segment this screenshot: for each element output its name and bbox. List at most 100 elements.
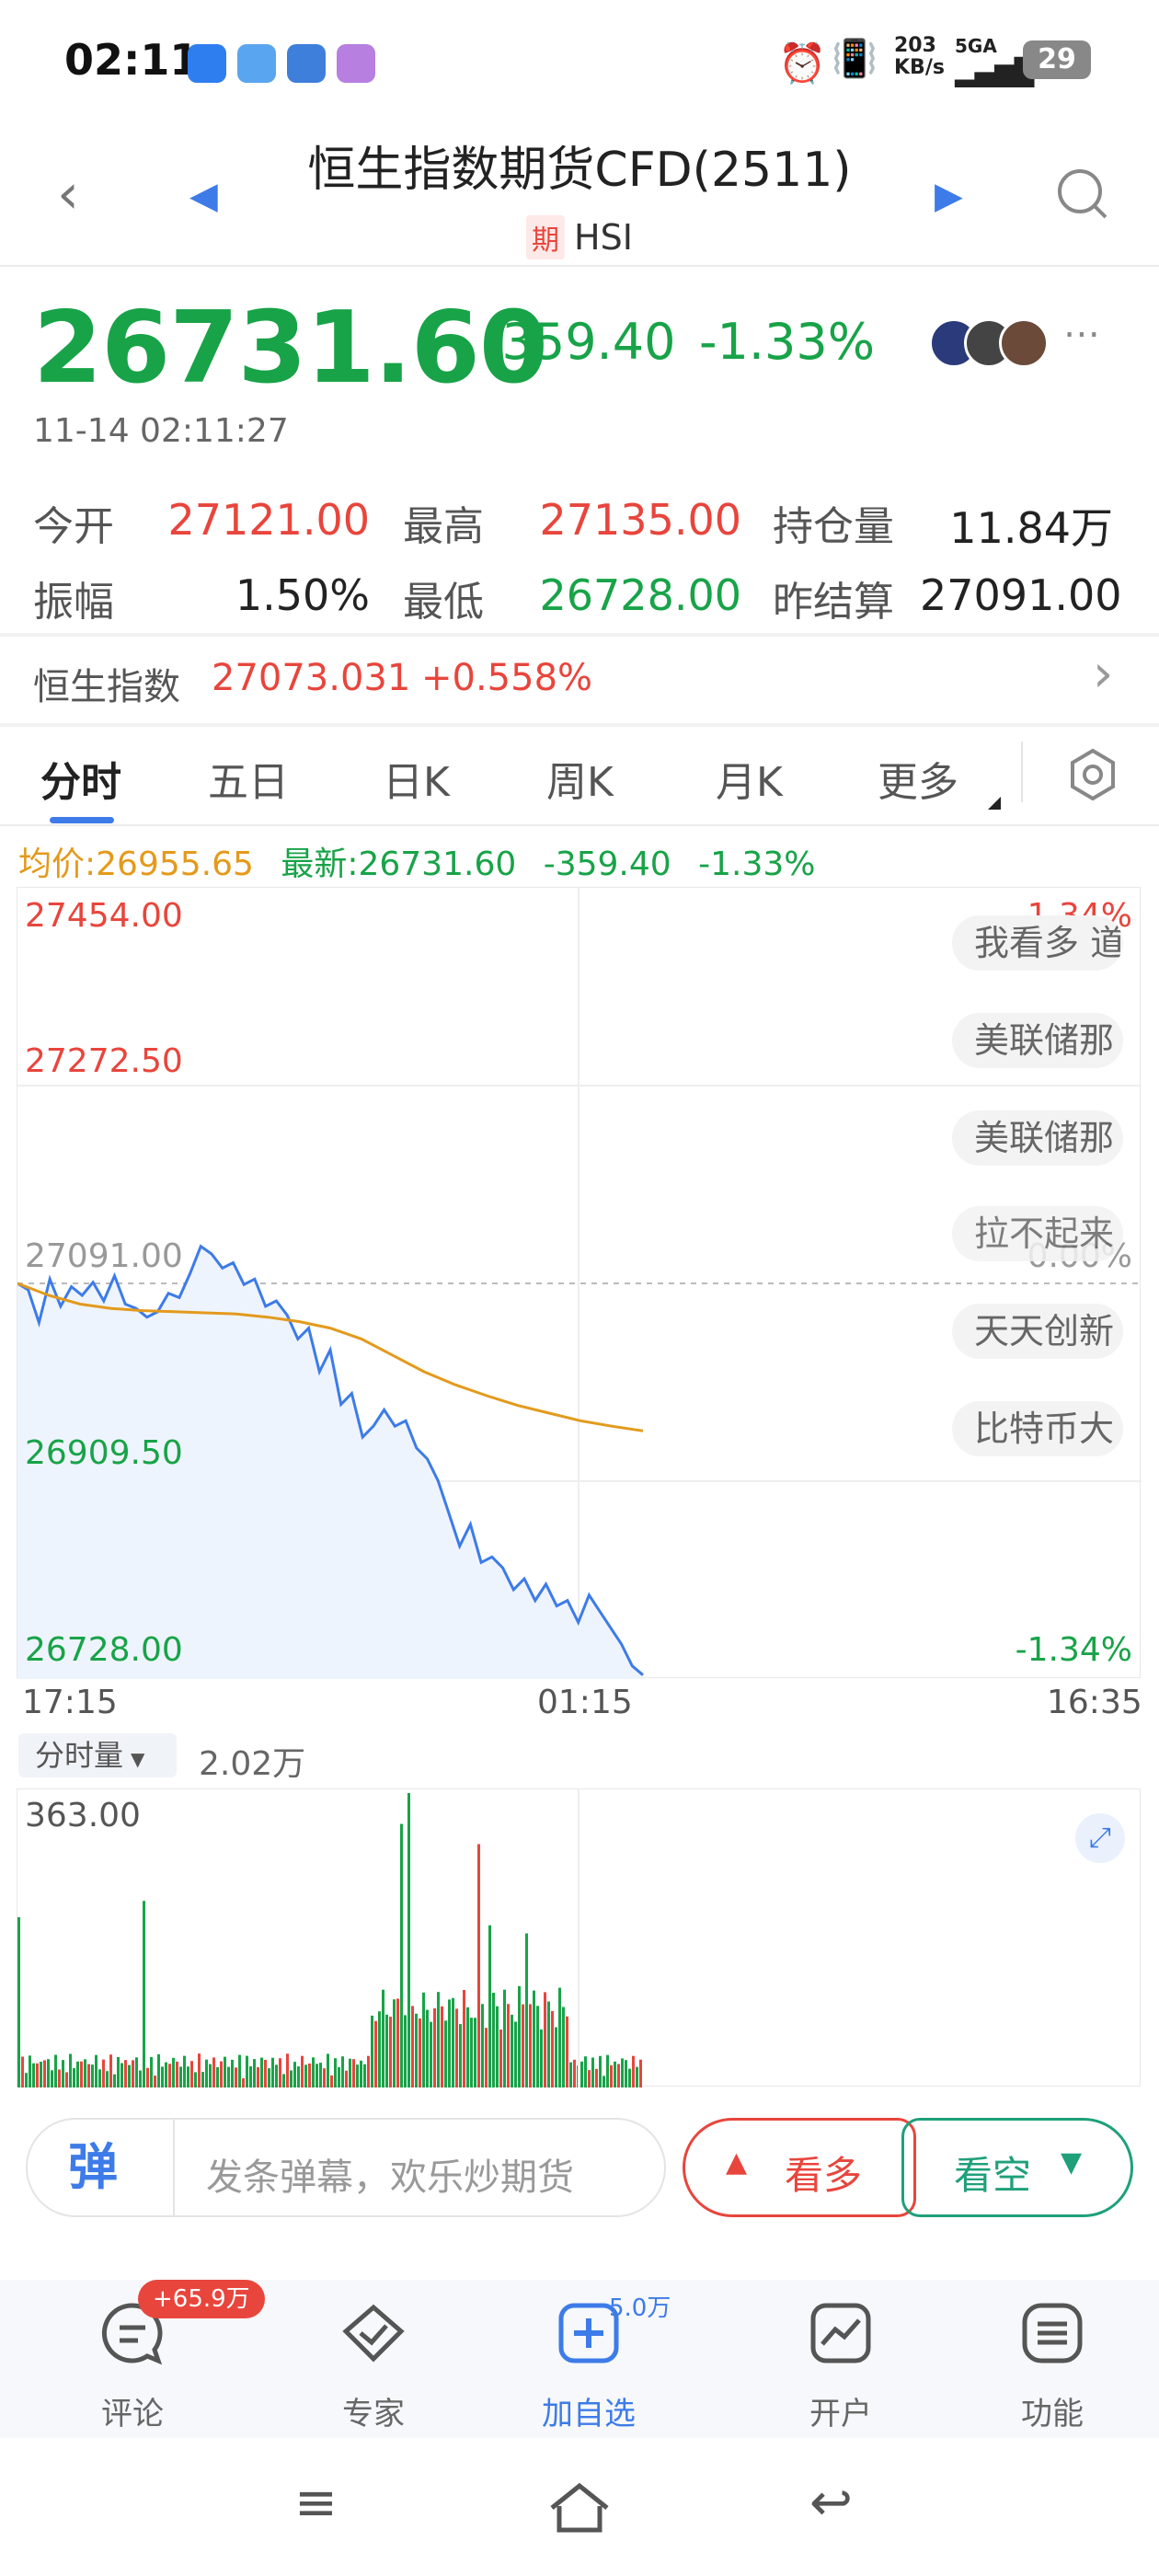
volume-bar [389, 2017, 392, 2087]
volume-bar [168, 2064, 171, 2087]
volume-bar [610, 2064, 613, 2087]
volume-bar [382, 1989, 384, 2087]
volume-bar [264, 2060, 267, 2087]
home-icon[interactable] [546, 2480, 613, 2536]
volume-bar [518, 1985, 521, 2087]
volume-bar [312, 2057, 315, 2087]
tab-five-day[interactable]: 五日 [208, 749, 289, 808]
dropdown-corner-icon [988, 797, 1001, 810]
volume-bar [441, 2006, 443, 2087]
next-contract-icon[interactable]: ▶ [935, 175, 963, 217]
volume-bar [150, 2056, 153, 2087]
fullscreen-icon[interactable]: ⤢ [1075, 1813, 1125, 1863]
volume-bar [591, 2057, 594, 2087]
volume-bar [507, 2004, 510, 2087]
volume-bar [308, 2063, 311, 2087]
volume-bar [183, 2055, 186, 2087]
volume-bar [356, 2064, 359, 2087]
volume-bar [216, 2066, 219, 2087]
search-icon[interactable] [1054, 166, 1111, 223]
index-bar[interactable]: 恒生指数 27073.031 +0.558% › [0, 637, 1159, 723]
volume-bar [385, 2014, 388, 2087]
volume-bar [481, 2004, 484, 2087]
tab-daily-k[interactable]: 日K [383, 749, 450, 808]
danmaku-bubble[interactable]: 美联储那 [952, 1110, 1123, 1166]
recent-apps-icon[interactable]: ≡ [294, 2473, 338, 2533]
app-icon [337, 44, 375, 83]
y-tick-label: 27454.00 [25, 897, 183, 935]
caret-down-icon: ▼ [131, 1748, 145, 1770]
more-icon[interactable]: ⋯ [1063, 313, 1100, 355]
stat-value: 26728.00 [539, 570, 742, 620]
volume-bar [139, 2070, 142, 2087]
volume-bar [32, 2063, 35, 2087]
intraday-chart[interactable]: 27454.00 27272.50 27091.00 26909.50 2672… [17, 887, 1142, 1679]
volume-bar [522, 2004, 524, 2087]
volume-bar [212, 2057, 215, 2087]
volume-bar [334, 2058, 337, 2087]
volume-bar [69, 2053, 72, 2087]
latest-pct: -1.33% [698, 845, 816, 883]
volume-bar [179, 2066, 182, 2087]
danmaku-bubble[interactable]: 我看多 道 [952, 915, 1123, 971]
volume-bar [268, 2068, 270, 2087]
volume-bar [499, 2030, 502, 2087]
app-icon [287, 44, 326, 83]
danmaku-bubble[interactable]: 天天创新 [952, 1304, 1123, 1359]
avatar-group[interactable] [929, 318, 1049, 368]
latest-change: -359.40 [543, 845, 671, 883]
danmaku-bubble[interactable]: 拉不起来 [952, 1206, 1123, 1261]
danmaku-icon[interactable]: 弹 [68, 2140, 118, 2195]
volume-bar [201, 2072, 204, 2087]
danmaku-icon-text: 弹 [68, 2138, 118, 2196]
volume-chart[interactable]: 363.00 ⤢ [17, 1788, 1141, 2087]
stat-label: 最高 [403, 503, 484, 550]
tab-more[interactable]: 更多 [878, 749, 958, 808]
volume-bar [584, 2056, 587, 2087]
volume-bar [573, 2059, 576, 2087]
stat-label: 昨结算 [773, 579, 894, 626]
stat-label: 振幅 [33, 579, 114, 626]
back-nav-icon[interactable]: ↩ [809, 2473, 853, 2533]
volume-selector[interactable]: 分时量 ▼ [18, 1733, 177, 1777]
divider [173, 2120, 175, 2215]
divider [0, 824, 1159, 826]
diamond-icon [342, 2304, 405, 2363]
system-nav-bar: ≡ ↩ [0, 2438, 1159, 2576]
volume-bar [190, 2061, 193, 2087]
status-bar: 02:11 ⏰ 📳 203 KB/s 5GA ▂▄▆█ 29 [0, 0, 1159, 124]
status-time: 02:11 [64, 35, 200, 85]
tab-monthly-k[interactable]: 月K [716, 749, 783, 808]
settings-icon[interactable] [1065, 747, 1120, 802]
volume-bar [444, 2020, 447, 2087]
volume-bar [98, 2069, 101, 2087]
volume-bar [452, 1997, 454, 2087]
volume-bar [161, 2066, 164, 2087]
bearish-button[interactable]: 看空 ▼ [901, 2118, 1133, 2217]
volume-bar [65, 2072, 68, 2087]
volume-bar [43, 2060, 46, 2087]
nav-badge: +65.9万 [138, 2280, 265, 2318]
tab-weekly-k[interactable]: 周K [546, 749, 614, 808]
volume-bar [275, 2064, 278, 2087]
volume-bar [36, 2063, 39, 2087]
volume-bar [316, 2064, 318, 2087]
index-value: 27073.031 [212, 657, 411, 699]
volume-bar [84, 2059, 86, 2087]
comment-box[interactable]: 弹 发条弹幕，欢乐炒期货 [26, 2118, 666, 2217]
comment-input[interactable]: 发条弹幕，欢乐炒期货 [206, 2147, 574, 2201]
nav-label: 评论 [101, 2396, 164, 2432]
danmaku-bubble[interactable]: 比特币大 [952, 1401, 1123, 1456]
latest-price: 最新:26731.60 [281, 845, 517, 883]
volume-total: 2.02万 [199, 1745, 306, 1783]
volume-bar [224, 2056, 226, 2087]
volume-bar [62, 2060, 64, 2087]
bullish-button[interactable]: ▲ 看多 [683, 2118, 916, 2217]
volume-bar [437, 1992, 440, 2087]
volume-bar [419, 2018, 421, 2087]
volume-bar [154, 2076, 156, 2087]
danmaku-bubble[interactable]: 美联储那 [952, 1013, 1123, 1068]
tab-intraday[interactable]: 分时 [40, 749, 121, 808]
volume-bar [304, 2064, 307, 2087]
volume-bar [411, 2006, 414, 2087]
